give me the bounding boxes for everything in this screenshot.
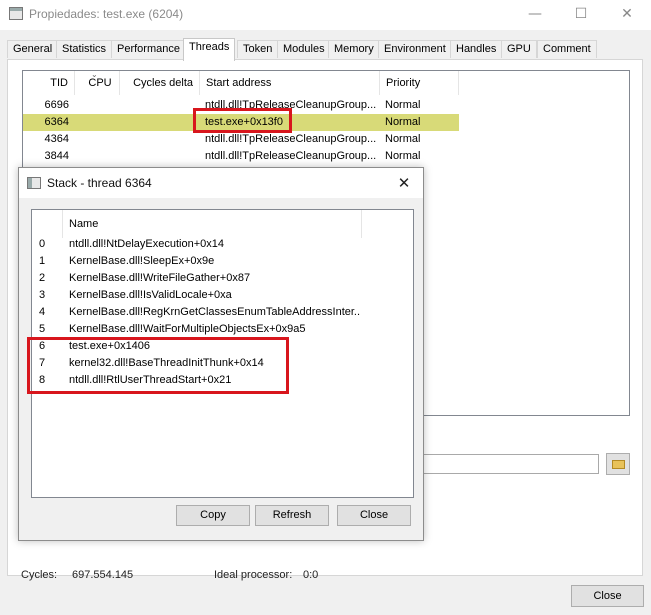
thread-start-address: ntdll.dll!TpReleaseCleanupGroup... <box>205 133 377 145</box>
thread-priority: Normal <box>385 99 421 111</box>
stack-list-header: Name <box>32 210 413 238</box>
close-window-button[interactable]: ✕ <box>604 0 650 30</box>
cycles-value: 697.554.145 <box>72 569 134 581</box>
column-header-cpu[interactable]: ⌄ CPU <box>75 71 120 95</box>
frame-name: KernelBase.dll!IsValidLocale+0xa <box>69 289 232 301</box>
tab-handles[interactable]: Handles <box>450 40 503 58</box>
browse-folder-button[interactable] <box>606 453 630 475</box>
column-header-name[interactable]: Name <box>63 210 362 238</box>
tab-token[interactable]: Token <box>237 40 279 58</box>
thread-tid: 6696 <box>44 99 69 111</box>
frame-index: 0 <box>39 238 46 250</box>
ideal-processor-label: Ideal processor: <box>214 569 293 581</box>
column-header-index[interactable] <box>32 210 63 238</box>
app-window-icon <box>9 7 23 20</box>
column-header-cpu-label: CPU <box>88 77 112 89</box>
tab-modules[interactable]: Modules <box>277 40 331 58</box>
thread-row[interactable]: 4364 ntdll.dll!TpReleaseCleanupGroup... … <box>23 131 459 148</box>
frame-index: 3 <box>39 289 46 301</box>
frame-index: 5 <box>39 323 46 335</box>
tab-general[interactable]: General <box>7 40 59 58</box>
frame-name: KernelBase.dll!SleepEx+0x9e <box>69 255 215 267</box>
frame-name: KernelBase.dll!WaitForMultipleObjectsEx+… <box>69 323 306 335</box>
stack-frame-row[interactable]: 4 KernelBase.dll!RegKrnGetClassesEnumTab… <box>32 304 362 321</box>
frame-index: 4 <box>39 306 46 318</box>
dialog-window-icon <box>27 177 41 189</box>
dialog-title: Stack - thread 6364 <box>47 176 152 190</box>
minimize-button[interactable]: — <box>512 0 558 30</box>
highlight-box-stack-frames <box>27 337 289 394</box>
folder-icon <box>612 460 625 469</box>
thread-tid: 4364 <box>44 133 69 145</box>
highlight-box-start-address <box>193 108 292 133</box>
thread-tid: 6364 <box>44 116 69 128</box>
stack-frame-row[interactable]: 1 KernelBase.dll!SleepEx+0x9e <box>32 253 362 270</box>
stack-frame-row[interactable]: 5 KernelBase.dll!WaitForMultipleObjectsE… <box>32 321 362 338</box>
tab-gpu[interactable]: GPU <box>501 40 537 58</box>
thread-priority: Normal <box>385 133 421 145</box>
thread-start-address: ntdll.dll!TpReleaseCleanupGroup... <box>205 150 377 162</box>
threads-list-header: TID ⌄ CPU Cycles delta Start address Pri… <box>23 71 629 95</box>
thread-priority: Normal <box>385 116 421 128</box>
stack-frame-row[interactable]: 2 KernelBase.dll!WriteFileGather+0x87 <box>32 270 362 287</box>
tab-threads[interactable]: Threads <box>183 38 236 61</box>
frame-name: KernelBase.dll!RegKrnGetClassesEnumTable… <box>69 306 361 318</box>
thread-tid: 3844 <box>44 150 69 162</box>
ideal-processor-value: 0:0 <box>303 569 319 581</box>
column-header-cycles-delta[interactable]: Cycles delta <box>120 71 200 95</box>
tab-performance[interactable]: Performance <box>111 40 186 58</box>
copy-button[interactable]: Copy <box>176 505 250 526</box>
stack-frame-row[interactable]: 3 KernelBase.dll!IsValidLocale+0xa <box>32 287 362 304</box>
thread-row[interactable]: 3844 ntdll.dll!TpReleaseCleanupGroup... … <box>23 148 459 165</box>
close-button[interactable]: Close <box>571 585 644 607</box>
tab-statistics[interactable]: Statistics <box>56 40 113 58</box>
tab-comment[interactable]: Comment <box>537 40 597 58</box>
column-header-priority[interactable]: Priority <box>380 71 459 95</box>
thread-priority: Normal <box>385 150 421 162</box>
tab-environment[interactable]: Environment <box>378 40 452 58</box>
dialog-close-button[interactable]: Close <box>337 505 411 526</box>
frame-index: 1 <box>39 255 46 267</box>
window-titlebar: Propiedades: test.exe (6204) — ☐ ✕ <box>0 0 651 30</box>
tab-memory[interactable]: Memory <box>328 40 380 58</box>
column-header-start-address[interactable]: Start address <box>200 71 380 95</box>
stack-frame-row[interactable]: 0 ntdll.dll!NtDelayExecution+0x14 <box>32 236 362 253</box>
dialog-close-icon[interactable]: ✕ <box>393 172 415 194</box>
dialog-titlebar: Stack - thread 6364 ✕ <box>19 168 423 198</box>
frame-index: 2 <box>39 272 46 284</box>
cycles-label: Cycles: <box>21 569 58 581</box>
frame-name: ntdll.dll!NtDelayExecution+0x14 <box>69 238 225 250</box>
frame-name: KernelBase.dll!WriteFileGather+0x87 <box>69 272 251 284</box>
column-header-tid[interactable]: TID <box>23 71 75 95</box>
refresh-button[interactable]: Refresh <box>255 505 329 526</box>
maximize-button[interactable]: ☐ <box>558 0 604 30</box>
window-title: Propiedades: test.exe (6204) <box>29 7 184 21</box>
